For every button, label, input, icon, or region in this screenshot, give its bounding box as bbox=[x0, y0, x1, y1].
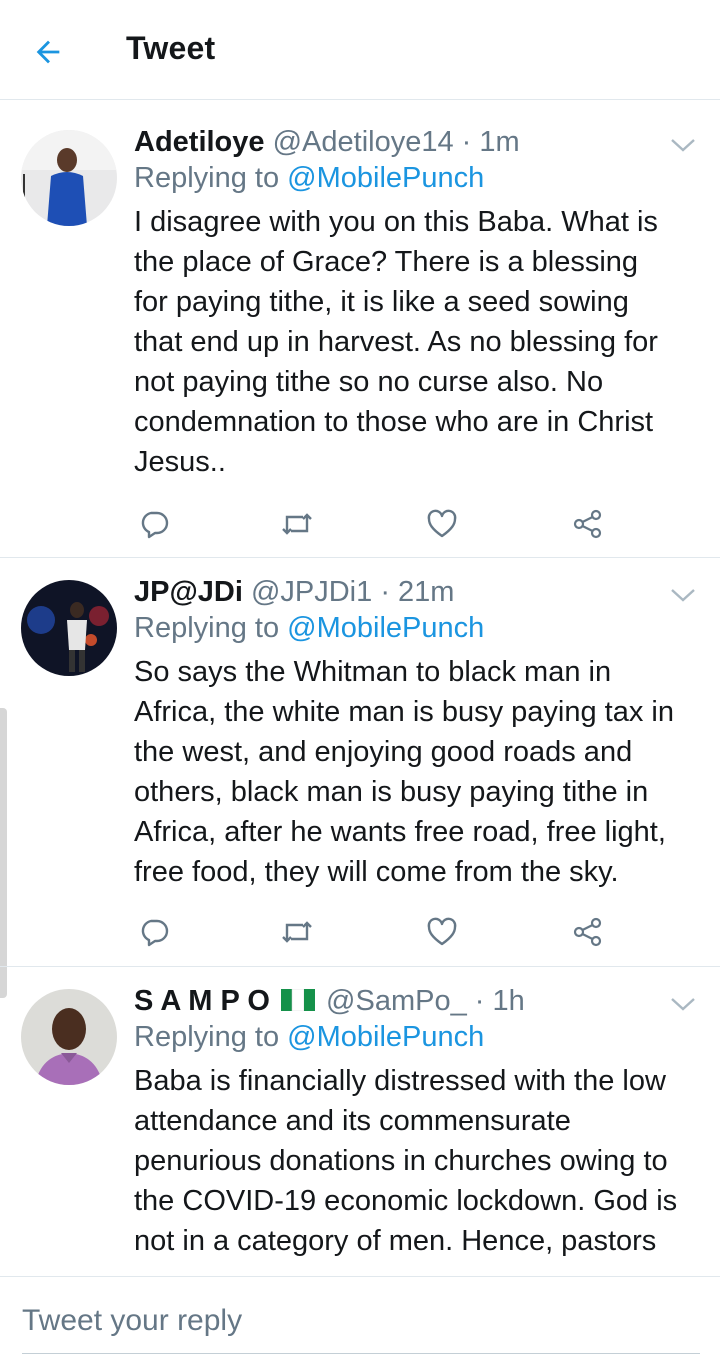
like-button[interactable] bbox=[422, 504, 462, 544]
tweet-time: 1h bbox=[492, 985, 525, 1017]
tweet-text-line: condemnation to those who are in Christ bbox=[134, 406, 654, 438]
tweet-text-line: that end up in harvest. As no blessing f… bbox=[134, 326, 658, 358]
reply-input-underline bbox=[22, 1353, 700, 1354]
tweet-text: Baba is financially distressed with the … bbox=[134, 1061, 700, 1261]
tweet-text-line: So says the Whitman to black man in bbox=[134, 656, 612, 688]
replying-prefix: Replying to bbox=[134, 162, 280, 194]
heart-icon bbox=[427, 917, 457, 946]
author-name[interactable]: JP@JDi bbox=[134, 576, 243, 608]
tweet-item[interactable]: Adetiloye @Adetiloye14 · 1m Replying to … bbox=[0, 108, 720, 558]
replying-handle-link[interactable]: @MobilePunch bbox=[287, 162, 484, 194]
avatar-image bbox=[21, 989, 117, 1085]
chevron-down-icon bbox=[671, 998, 695, 1011]
nigeria-flag-icon bbox=[280, 989, 315, 1012]
reply-icon bbox=[141, 511, 169, 539]
replying-prefix: Replying to bbox=[134, 612, 280, 644]
avatar[interactable] bbox=[21, 580, 117, 676]
tweet-text-line: Jesus.. bbox=[134, 446, 226, 478]
heart-icon bbox=[427, 509, 457, 538]
author-handle[interactable]: @JPJDi1 bbox=[251, 576, 372, 608]
avatar-image bbox=[21, 580, 117, 676]
tweet-time: 1m bbox=[479, 126, 520, 158]
reply-button[interactable] bbox=[134, 912, 174, 952]
author-name[interactable]: Adetiloye bbox=[134, 126, 265, 158]
tweet-text-line: Africa, the white man is busy paying tax… bbox=[134, 696, 674, 728]
tweet-text-line: Africa, after he wants free road, free l… bbox=[134, 816, 666, 848]
tweet-text-line: the place of Grace? There is a blessing bbox=[134, 246, 639, 278]
tweet-item[interactable]: JP@JDi @JPJDi1 · 21m Replying to @Mobile… bbox=[0, 558, 720, 967]
tweet-text-line: attendance and its commensurate bbox=[134, 1105, 571, 1137]
avatar-image bbox=[21, 130, 117, 226]
replying-to: Replying to @MobilePunch bbox=[134, 610, 700, 646]
tweet-text-line: the west, and enjoying good roads and bbox=[134, 736, 633, 768]
replying-to: Replying to @MobilePunch bbox=[134, 1019, 700, 1055]
dot-separator: · bbox=[461, 126, 472, 158]
tweet-text: I disagree with you on this Baba. What i… bbox=[134, 202, 700, 482]
replying-handle-link[interactable]: @MobilePunch bbox=[287, 612, 484, 644]
author-handle[interactable]: @SamPo_ bbox=[326, 985, 467, 1017]
replying-handle-link[interactable]: @MobilePunch bbox=[287, 1021, 484, 1053]
replying-to: Replying to @MobilePunch bbox=[134, 160, 700, 196]
chevron-down-icon bbox=[671, 589, 695, 602]
tweet-header: JP@JDi @JPJDi1 · 21m bbox=[134, 574, 700, 610]
tweet-text-line: penurious donations in churches owing to bbox=[134, 1145, 668, 1177]
share-button[interactable] bbox=[568, 912, 608, 952]
tweet-text-line: I disagree with you on this Baba. What i… bbox=[134, 206, 658, 238]
avatar[interactable] bbox=[21, 989, 117, 1085]
reply-input[interactable] bbox=[22, 1301, 682, 1341]
share-icon bbox=[573, 917, 602, 947]
like-button[interactable] bbox=[422, 912, 462, 952]
author-name[interactable]: S A M P O bbox=[134, 985, 270, 1017]
tweet-text-line: for paying tithe, it is like a seed sowi… bbox=[134, 286, 629, 318]
dot-separator: · bbox=[380, 576, 390, 608]
back-button[interactable] bbox=[22, 26, 74, 78]
tweet-menu-button[interactable] bbox=[668, 989, 698, 1019]
top-app-bar: Tweet bbox=[0, 0, 720, 100]
tweet-actions bbox=[134, 504, 614, 544]
tweet-menu-button[interactable] bbox=[668, 580, 698, 610]
tweet-detail-screen: Tweet Adetiloye @Adetiloye14 · 1m Replyi… bbox=[0, 0, 720, 1363]
tweet-text-line: not in a category of men. Hence, pastors bbox=[134, 1225, 657, 1257]
tweet-text-line: free food, they will come from the sky. bbox=[134, 856, 619, 888]
reply-icon bbox=[141, 919, 169, 947]
retweet-button[interactable] bbox=[277, 912, 317, 952]
tweet-text-line: not paying tithe so no curse also. No bbox=[134, 366, 604, 398]
tweet-text: So says the Whitman to black man in Afri… bbox=[134, 652, 700, 892]
tweet-time: 21m bbox=[398, 576, 455, 608]
avatar[interactable] bbox=[21, 130, 117, 226]
arrow-left-icon bbox=[36, 40, 60, 64]
tweet-text-line: the COVID-19 economic lockdown. God is bbox=[134, 1185, 678, 1217]
tweet-header: Adetiloye @Adetiloye14 · 1m bbox=[134, 124, 700, 160]
reply-list: Adetiloye @Adetiloye14 · 1m Replying to … bbox=[0, 108, 720, 1287]
reply-button[interactable] bbox=[134, 504, 174, 544]
share-icon bbox=[573, 509, 602, 539]
tweet-menu-button[interactable] bbox=[668, 130, 698, 160]
retweet-icon bbox=[282, 513, 312, 535]
chevron-down-icon bbox=[671, 139, 695, 152]
page-title: Tweet bbox=[126, 30, 216, 66]
share-button[interactable] bbox=[568, 504, 608, 544]
replying-prefix: Replying to bbox=[134, 1021, 280, 1053]
retweet-icon bbox=[282, 921, 312, 943]
tweet-text-line: others, black man is busy paying tithe i… bbox=[134, 776, 649, 808]
dot-separator: · bbox=[474, 985, 485, 1017]
retweet-button[interactable] bbox=[277, 504, 317, 544]
reply-composer bbox=[0, 1276, 720, 1363]
tweet-actions bbox=[134, 912, 614, 952]
author-handle[interactable]: @Adetiloye14 bbox=[273, 126, 454, 158]
tweet-header: S A M P O @SamPo_ · 1h bbox=[134, 983, 700, 1019]
tweet-text-line: Baba is financially distressed with the … bbox=[134, 1065, 666, 1097]
tweet-item[interactable]: S A M P O @SamPo_ · 1h Replying to @Mobi… bbox=[0, 967, 720, 1287]
